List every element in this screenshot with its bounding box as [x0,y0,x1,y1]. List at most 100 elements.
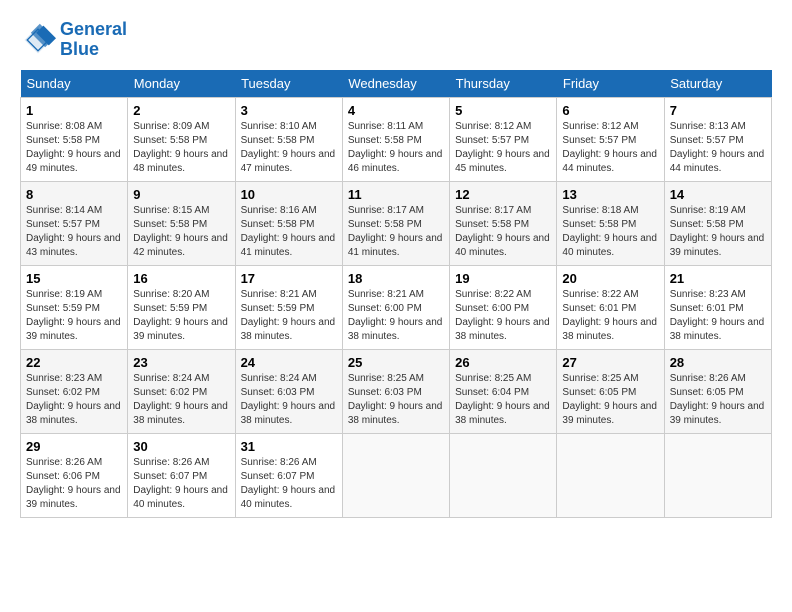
day-info: Sunrise: 8:26 AM Sunset: 6:06 PM Dayligh… [26,456,122,512]
calendar-cell: 6 Sunrise: 8:12 AM Sunset: 5:57 PM Dayli… [557,97,664,181]
day-info: Sunrise: 8:10 AM Sunset: 5:58 PM Dayligh… [241,120,337,176]
day-number: 28 [670,355,766,370]
column-header-thursday: Thursday [450,70,557,98]
day-number: 31 [241,439,337,454]
day-number: 26 [455,355,551,370]
calendar-cell: 31 Sunrise: 8:26 AM Sunset: 6:07 PM Dayl… [235,433,342,517]
day-info: Sunrise: 8:23 AM Sunset: 6:02 PM Dayligh… [26,372,122,428]
day-number: 2 [133,103,229,118]
day-info: Sunrise: 8:26 AM Sunset: 6:07 PM Dayligh… [133,456,229,512]
calendar-cell: 16 Sunrise: 8:20 AM Sunset: 5:59 PM Dayl… [128,265,235,349]
day-number: 7 [670,103,766,118]
day-number: 18 [348,271,444,286]
calendar-cell: 18 Sunrise: 8:21 AM Sunset: 6:00 PM Dayl… [342,265,449,349]
column-header-friday: Friday [557,70,664,98]
calendar-cell: 30 Sunrise: 8:26 AM Sunset: 6:07 PM Dayl… [128,433,235,517]
calendar-cell: 22 Sunrise: 8:23 AM Sunset: 6:02 PM Dayl… [21,349,128,433]
calendar-cell [664,433,771,517]
day-number: 24 [241,355,337,370]
calendar-cell: 29 Sunrise: 8:26 AM Sunset: 6:06 PM Dayl… [21,433,128,517]
day-info: Sunrise: 8:19 AM Sunset: 5:59 PM Dayligh… [26,288,122,344]
day-number: 27 [562,355,658,370]
column-header-sunday: Sunday [21,70,128,98]
calendar-row-3: 15 Sunrise: 8:19 AM Sunset: 5:59 PM Dayl… [21,265,772,349]
day-info: Sunrise: 8:25 AM Sunset: 6:03 PM Dayligh… [348,372,444,428]
day-info: Sunrise: 8:14 AM Sunset: 5:57 PM Dayligh… [26,204,122,260]
day-info: Sunrise: 8:08 AM Sunset: 5:58 PM Dayligh… [26,120,122,176]
calendar-cell: 10 Sunrise: 8:16 AM Sunset: 5:58 PM Dayl… [235,181,342,265]
day-number: 23 [133,355,229,370]
day-number: 17 [241,271,337,286]
day-info: Sunrise: 8:17 AM Sunset: 5:58 PM Dayligh… [348,204,444,260]
day-info: Sunrise: 8:25 AM Sunset: 6:04 PM Dayligh… [455,372,551,428]
calendar-cell: 27 Sunrise: 8:25 AM Sunset: 6:05 PM Dayl… [557,349,664,433]
day-info: Sunrise: 8:23 AM Sunset: 6:01 PM Dayligh… [670,288,766,344]
day-info: Sunrise: 8:16 AM Sunset: 5:58 PM Dayligh… [241,204,337,260]
day-info: Sunrise: 8:22 AM Sunset: 6:00 PM Dayligh… [455,288,551,344]
day-info: Sunrise: 8:12 AM Sunset: 5:57 PM Dayligh… [562,120,658,176]
day-info: Sunrise: 8:26 AM Sunset: 6:05 PM Dayligh… [670,372,766,428]
day-number: 5 [455,103,551,118]
day-info: Sunrise: 8:22 AM Sunset: 6:01 PM Dayligh… [562,288,658,344]
day-number: 9 [133,187,229,202]
calendar-cell: 25 Sunrise: 8:25 AM Sunset: 6:03 PM Dayl… [342,349,449,433]
calendar-cell: 21 Sunrise: 8:23 AM Sunset: 6:01 PM Dayl… [664,265,771,349]
calendar-table: SundayMondayTuesdayWednesdayThursdayFrid… [20,70,772,518]
day-number: 30 [133,439,229,454]
column-header-monday: Monday [128,70,235,98]
calendar-row-5: 29 Sunrise: 8:26 AM Sunset: 6:06 PM Dayl… [21,433,772,517]
calendar-cell: 17 Sunrise: 8:21 AM Sunset: 5:59 PM Dayl… [235,265,342,349]
day-number: 19 [455,271,551,286]
calendar-cell: 5 Sunrise: 8:12 AM Sunset: 5:57 PM Dayli… [450,97,557,181]
day-info: Sunrise: 8:26 AM Sunset: 6:07 PM Dayligh… [241,456,337,512]
calendar-cell: 7 Sunrise: 8:13 AM Sunset: 5:57 PM Dayli… [664,97,771,181]
day-info: Sunrise: 8:21 AM Sunset: 5:59 PM Dayligh… [241,288,337,344]
day-number: 20 [562,271,658,286]
calendar-cell: 20 Sunrise: 8:22 AM Sunset: 6:01 PM Dayl… [557,265,664,349]
logo-icon [20,22,56,58]
day-info: Sunrise: 8:24 AM Sunset: 6:02 PM Dayligh… [133,372,229,428]
day-number: 6 [562,103,658,118]
column-header-saturday: Saturday [664,70,771,98]
day-number: 3 [241,103,337,118]
logo-text: General Blue [60,20,127,60]
day-number: 10 [241,187,337,202]
calendar-cell [557,433,664,517]
day-info: Sunrise: 8:24 AM Sunset: 6:03 PM Dayligh… [241,372,337,428]
day-info: Sunrise: 8:12 AM Sunset: 5:57 PM Dayligh… [455,120,551,176]
calendar-row-2: 8 Sunrise: 8:14 AM Sunset: 5:57 PM Dayli… [21,181,772,265]
calendar-cell: 4 Sunrise: 8:11 AM Sunset: 5:58 PM Dayli… [342,97,449,181]
day-number: 21 [670,271,766,286]
logo: General Blue [20,20,127,60]
column-header-wednesday: Wednesday [342,70,449,98]
calendar-cell: 24 Sunrise: 8:24 AM Sunset: 6:03 PM Dayl… [235,349,342,433]
calendar-cell: 11 Sunrise: 8:17 AM Sunset: 5:58 PM Dayl… [342,181,449,265]
day-number: 14 [670,187,766,202]
day-number: 11 [348,187,444,202]
day-number: 15 [26,271,122,286]
day-info: Sunrise: 8:15 AM Sunset: 5:58 PM Dayligh… [133,204,229,260]
day-number: 12 [455,187,551,202]
day-number: 22 [26,355,122,370]
day-number: 4 [348,103,444,118]
calendar-cell: 23 Sunrise: 8:24 AM Sunset: 6:02 PM Dayl… [128,349,235,433]
calendar-cell: 15 Sunrise: 8:19 AM Sunset: 5:59 PM Dayl… [21,265,128,349]
calendar-cell: 9 Sunrise: 8:15 AM Sunset: 5:58 PM Dayli… [128,181,235,265]
day-info: Sunrise: 8:13 AM Sunset: 5:57 PM Dayligh… [670,120,766,176]
day-info: Sunrise: 8:18 AM Sunset: 5:58 PM Dayligh… [562,204,658,260]
calendar-cell: 26 Sunrise: 8:25 AM Sunset: 6:04 PM Dayl… [450,349,557,433]
day-info: Sunrise: 8:19 AM Sunset: 5:58 PM Dayligh… [670,204,766,260]
calendar-cell: 1 Sunrise: 8:08 AM Sunset: 5:58 PM Dayli… [21,97,128,181]
day-number: 16 [133,271,229,286]
calendar-cell: 3 Sunrise: 8:10 AM Sunset: 5:58 PM Dayli… [235,97,342,181]
page-header: General Blue [20,20,772,60]
calendar-cell: 2 Sunrise: 8:09 AM Sunset: 5:58 PM Dayli… [128,97,235,181]
calendar-cell: 19 Sunrise: 8:22 AM Sunset: 6:00 PM Dayl… [450,265,557,349]
calendar-cell: 14 Sunrise: 8:19 AM Sunset: 5:58 PM Dayl… [664,181,771,265]
column-header-tuesday: Tuesday [235,70,342,98]
day-info: Sunrise: 8:09 AM Sunset: 5:58 PM Dayligh… [133,120,229,176]
day-info: Sunrise: 8:20 AM Sunset: 5:59 PM Dayligh… [133,288,229,344]
calendar-row-1: 1 Sunrise: 8:08 AM Sunset: 5:58 PM Dayli… [21,97,772,181]
calendar-cell: 13 Sunrise: 8:18 AM Sunset: 5:58 PM Dayl… [557,181,664,265]
day-info: Sunrise: 8:25 AM Sunset: 6:05 PM Dayligh… [562,372,658,428]
